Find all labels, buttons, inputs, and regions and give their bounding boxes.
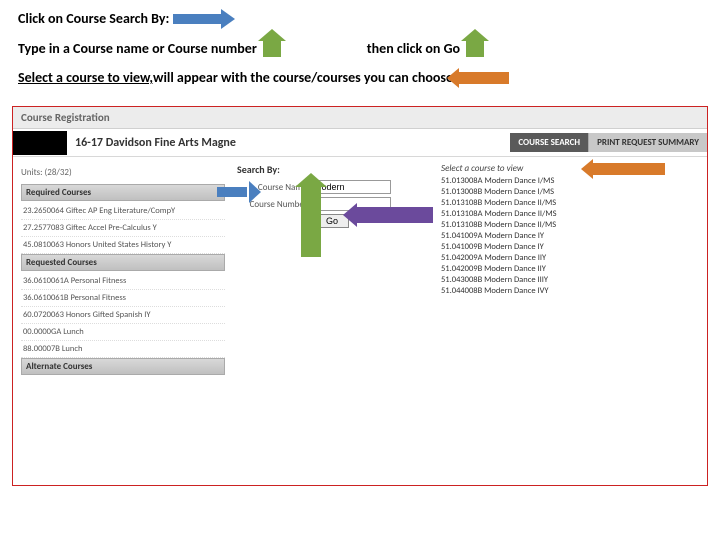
tab-print-summary[interactable]: PRINT REQUEST SUMMARY xyxy=(588,133,707,152)
arrow-up-icon xyxy=(466,39,484,57)
course-row[interactable]: 36.0610061B Personal Fitness xyxy=(21,290,225,307)
result-row[interactable]: 51.013108B Modern Dance II/MS xyxy=(441,198,699,209)
annotation-arrow-green-icon xyxy=(301,185,321,257)
annotation-arrow-blue-icon xyxy=(217,163,259,193)
annotation-arrow-purple-icon xyxy=(355,207,433,223)
search-by-title: Search By: xyxy=(237,163,429,176)
instruction-1: Click on Course Search By: xyxy=(18,10,169,27)
arrow-right-icon xyxy=(173,11,233,27)
left-column: Units: (28/32) Required Courses 23.26500… xyxy=(13,161,233,485)
result-row[interactable]: 51.042009A Modern Dance IIY xyxy=(441,253,699,264)
section-requested: Requested Courses xyxy=(21,254,225,271)
logo-placeholder xyxy=(13,131,67,155)
course-row[interactable]: 36.0610061A Personal Fitness xyxy=(21,273,225,290)
instruction-2a: Type in a Course name or Course number xyxy=(18,40,257,57)
instruction-3b: will appear with the course/courses you … xyxy=(153,69,453,86)
course-row[interactable]: 27.2577083 Giftec Accel Pre-Calculus Y xyxy=(21,220,225,237)
result-row[interactable]: 51.013108B Modern Dance II/MS xyxy=(441,220,699,231)
section-required: Required Courses xyxy=(21,184,225,201)
instruction-3a: Select a course to view, xyxy=(18,69,153,86)
instruction-2b: then click on Go xyxy=(367,40,460,57)
arrow-left-icon xyxy=(459,72,509,84)
app-screenshot: Course Registration 16-17 Davidson Fine … xyxy=(12,106,708,486)
result-row[interactable]: 51.013008B Modern Dance I/MS xyxy=(441,187,699,198)
course-row[interactable]: 23.2650064 Giftec AP Eng Literature/Comp… xyxy=(21,203,225,220)
course-row[interactable]: 00.0000GA Lunch xyxy=(21,324,225,341)
tab-course-search[interactable]: COURSE SEARCH xyxy=(510,133,588,152)
result-row[interactable]: 51.044008B Modern Dance IVY xyxy=(441,286,699,297)
course-row[interactable]: 60.0720063 Honors Gifted Spanish IY xyxy=(21,307,225,324)
results-column: Select a course to view 51.013008A Moder… xyxy=(433,161,707,485)
result-row[interactable]: 51.013108A Modern Dance II/MS xyxy=(441,209,699,220)
section-alternate: Alternate Courses xyxy=(21,358,225,375)
result-row[interactable]: 51.043008B Modern Dance IIIY xyxy=(441,275,699,286)
result-row[interactable]: 51.041009B Modern Dance IY xyxy=(441,242,699,253)
course-row[interactable]: 88.00007B Lunch xyxy=(21,341,225,358)
result-row[interactable]: 51.041009A Modern Dance IY xyxy=(441,231,699,242)
school-title: 16-17 Davidson Fine Arts Magne xyxy=(75,136,510,150)
annotation-arrow-orange-icon xyxy=(593,163,665,175)
result-row[interactable]: 51.013008A Modern Dance I/MS xyxy=(441,176,699,187)
units-label: Units: (28/32) xyxy=(21,167,225,178)
result-row[interactable]: 51.042009B Modern Dance IIY xyxy=(441,264,699,275)
course-row[interactable]: 45.0810063 Honors United States History … xyxy=(21,237,225,254)
arrow-up-icon xyxy=(263,39,281,57)
app-titlebar: Course Registration xyxy=(13,107,707,129)
